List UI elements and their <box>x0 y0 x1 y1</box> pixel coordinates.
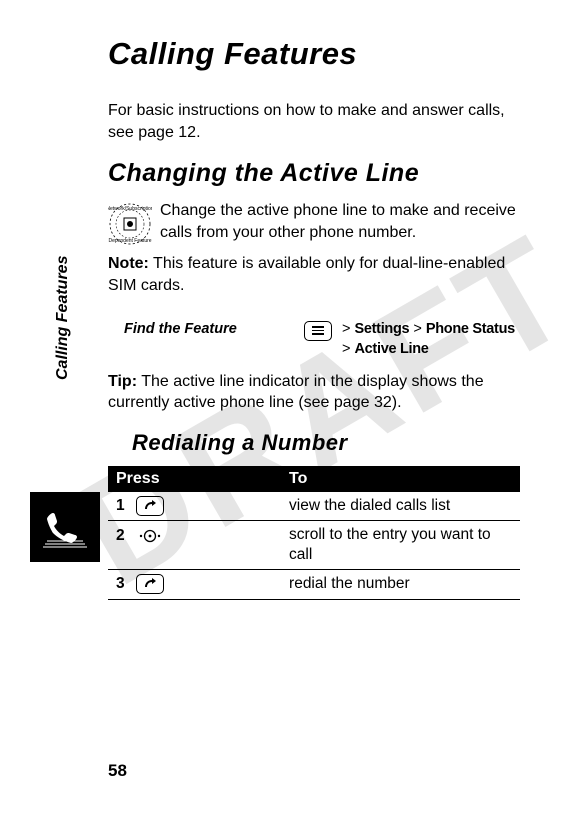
table-row: 1 view the dialed calls list <box>108 492 520 521</box>
section-redialing-number: Redialing a Number <box>132 430 520 456</box>
section-changing-active-line: Changing the Active Line <box>108 159 520 188</box>
note-text: This feature is available only for dual-… <box>108 255 505 294</box>
col-header-press: Press <box>108 466 281 492</box>
send-key-icon <box>136 496 164 516</box>
crumb-prefix-1: > <box>342 321 355 337</box>
step-description: scroll to the entry you want to call <box>281 520 520 569</box>
crumb-active-line: Active Line <box>355 341 429 357</box>
crumb-sep-1: > <box>409 321 426 337</box>
step-number: 3 <box>116 574 132 594</box>
chapter-tab-label: Calling Features <box>54 256 72 380</box>
crumb-phone-status: Phone Status <box>426 321 515 337</box>
step-description: view the dialed calls list <box>281 492 520 521</box>
network-subscription-icon: Network/Subscription Dependent Feature <box>108 202 152 251</box>
step-number: 2 <box>116 526 132 546</box>
intro-paragraph: For basic instructions on how to make an… <box>108 100 520 143</box>
svg-text:Network/Subscription: Network/Subscription <box>108 206 152 212</box>
svg-text:Dependent Feature: Dependent Feature <box>108 238 151 244</box>
crumb-settings: Settings <box>355 321 410 337</box>
nav-key-icon <box>136 525 164 547</box>
crumb-prefix-2: > <box>342 341 355 357</box>
phone-tab-icon <box>30 492 100 562</box>
change-line-paragraph: Change the active phone line to make and… <box>108 200 520 243</box>
col-header-to: To <box>281 466 520 492</box>
note-paragraph: Note: This feature is available only for… <box>108 253 520 296</box>
table-row: 2 scroll to the entry you want to call <box>108 520 520 569</box>
table-row: 3 redial the number <box>108 570 520 599</box>
note-label: Note: <box>108 255 149 272</box>
page-title: Calling Features <box>108 36 520 72</box>
find-the-feature-label: Find the Feature <box>124 321 294 337</box>
redial-steps-table: Press To 1 view the dialed calls list <box>108 466 520 600</box>
page-number: 58 <box>108 761 127 781</box>
find-the-feature-row: Find the Feature > Settings > Phone Stat… <box>124 321 520 357</box>
tip-label: Tip: <box>108 373 137 390</box>
tip-text: The active line indicator in the display… <box>108 373 484 412</box>
tip-paragraph: Tip: The active line indicator in the di… <box>108 371 520 414</box>
step-number: 1 <box>116 496 132 516</box>
send-key-icon <box>136 574 164 594</box>
step-description: redial the number <box>281 570 520 599</box>
menu-key-icon <box>304 321 332 341</box>
menu-breadcrumb: > Settings > Phone Status > Active Line <box>342 321 515 357</box>
